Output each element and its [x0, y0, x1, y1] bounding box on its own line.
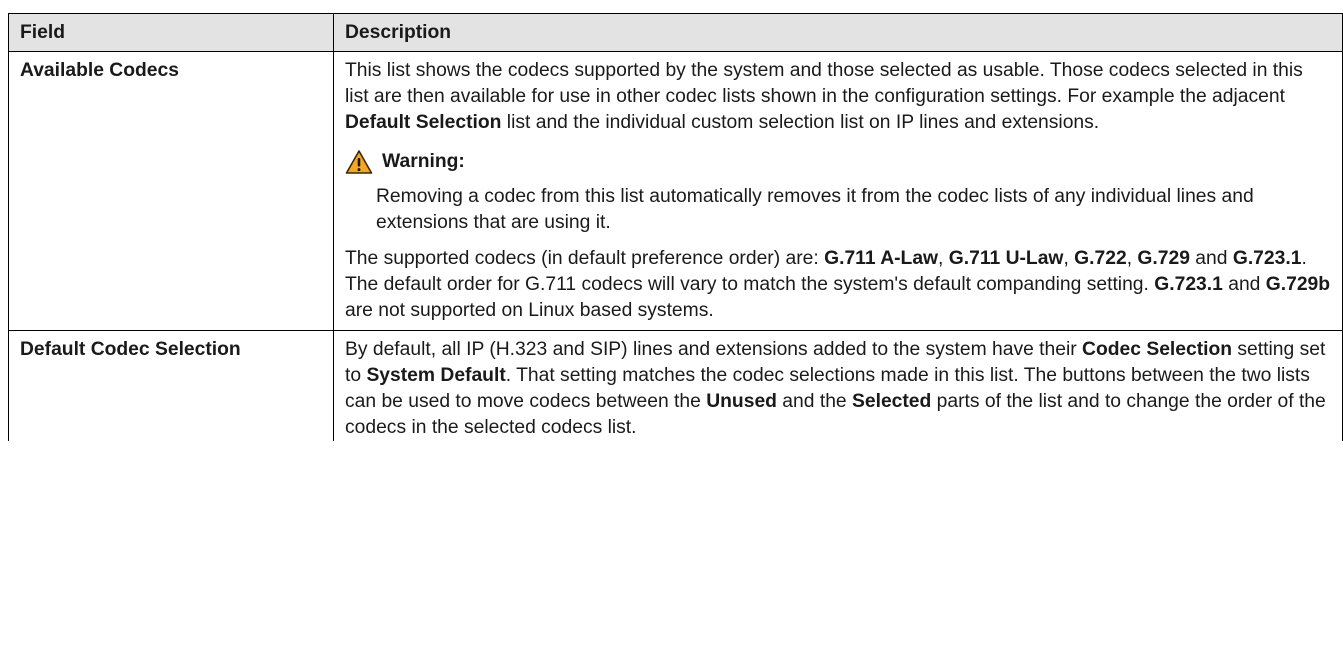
field-available-codecs: Available Codecs — [8, 51, 334, 331]
table-header-row: Field Description — [8, 13, 1343, 52]
bold-term: G.729b — [1265, 274, 1331, 295]
warning-triangle-icon — [345, 150, 373, 174]
description-available-codecs: This list shows the codecs supported by … — [333, 51, 1343, 331]
text-run: and — [1189, 248, 1233, 269]
bold-term: G.729 — [1137, 248, 1190, 269]
warning-title: Warning: — [382, 151, 465, 172]
bold-term: Default Selection — [345, 112, 502, 133]
text-run: , — [938, 248, 949, 269]
text-run: list and the individual custom selection… — [501, 112, 1100, 133]
bold-term: G.711 U-Law — [948, 248, 1064, 269]
header-description: Description — [333, 13, 1343, 52]
description-paragraph: The supported codecs (in default prefere… — [345, 246, 1331, 324]
text-run: , — [1126, 248, 1138, 269]
header-field: Field — [8, 13, 334, 52]
bold-term: System Default — [366, 365, 506, 386]
text-run: are not supported on Linux based systems… — [345, 300, 714, 321]
field-default-codec-selection: Default Codec Selection — [8, 330, 334, 441]
description-paragraph: This list shows the codecs supported by … — [345, 58, 1331, 136]
description-default-codec-selection: By default, all IP (H.323 and SIP) lines… — [333, 330, 1343, 441]
text-run: , — [1063, 248, 1075, 269]
warning-note: Warning: Removing a codec from this list… — [345, 146, 1331, 236]
text-run: This list shows the codecs supported by … — [345, 60, 1303, 107]
bold-term: Codec Selection — [1082, 339, 1233, 360]
description-paragraph: By default, all IP (H.323 and SIP) lines… — [345, 337, 1331, 441]
text-run: and — [1222, 274, 1266, 295]
bold-term: G.722 — [1074, 248, 1127, 269]
bold-term: Unused — [706, 391, 777, 412]
bold-term: G.723.1 — [1232, 248, 1302, 269]
text-run: and the — [776, 391, 852, 412]
table-row: Default Codec Selection By default, all … — [8, 330, 1343, 441]
warning-text: Removing a codec from this list automati… — [376, 186, 1254, 233]
bold-term: G.711 A-Law — [824, 248, 939, 269]
table-row: Available Codecs This list shows the cod… — [8, 51, 1343, 331]
text-run: The supported codecs (in default prefere… — [345, 248, 825, 269]
bold-term: Selected — [852, 391, 932, 412]
warning-heading: Warning: — [345, 146, 1331, 178]
codec-fields-table: Field Description Available Codecs This … — [8, 13, 1343, 441]
text-run: By default, all IP (H.323 and SIP) lines… — [345, 339, 1083, 360]
bold-term: G.723.1 — [1154, 274, 1223, 295]
